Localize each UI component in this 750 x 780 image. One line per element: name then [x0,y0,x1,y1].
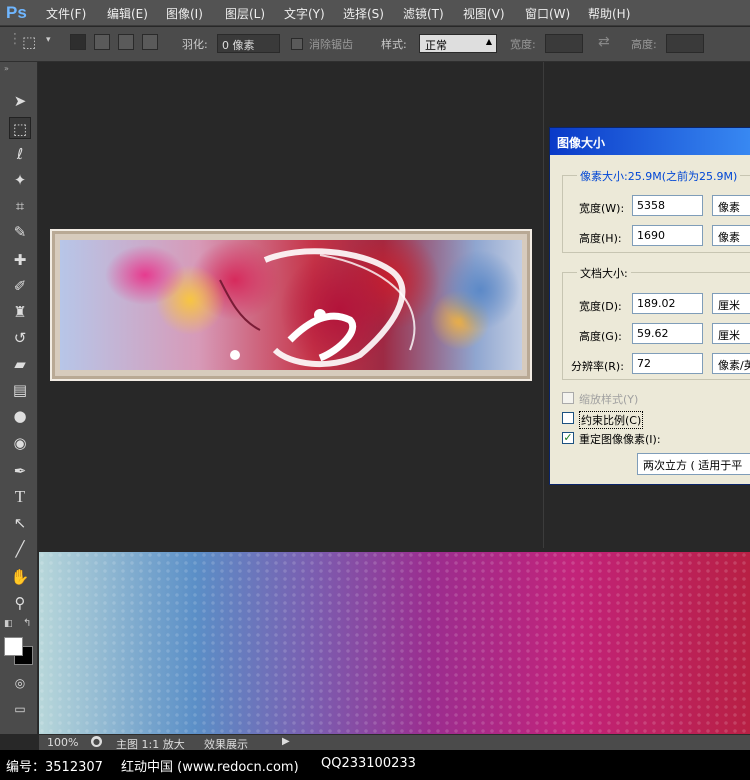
menu-help[interactable]: 帮助(H) [588,5,630,22]
pen-tool-icon[interactable]: ✒ [9,460,31,482]
feather-label: 羽化: [182,38,208,51]
zoomed-texture-view [39,552,750,734]
chevron-down-icon[interactable]: ▾ [46,35,51,45]
grip-icon: ⋮ [8,31,22,47]
collapse-icon[interactable]: » [4,64,9,73]
panel-divider [543,62,544,548]
watercolor-artwork-image [60,240,522,370]
pixel-height-input[interactable]: 1690 [632,225,703,246]
document-size-label: 文档大小: [577,265,631,281]
menu-view[interactable]: 视图(V) [463,5,505,22]
pixel-size-label: 像素大小:25.9M(之前为25.9M) [577,168,741,184]
height-input[interactable] [666,34,704,53]
brush-tool-icon[interactable]: ✐ [9,275,31,297]
resample-label: 重定图像像素(I): [579,433,661,446]
menu-edit[interactable]: 编辑(E) [107,5,148,22]
height-label: 高度: [631,38,657,51]
line-tool-icon[interactable]: ╱ [9,538,31,560]
zoom-tool-icon[interactable]: ⚲ [9,592,31,614]
footer-qq: QQ233100233 [321,756,416,771]
gradient-tool-icon[interactable]: ▤ [9,379,31,401]
doc-height-label: 高度(G): [579,330,622,343]
doc-width-unit-select[interactable]: 厘米 [712,293,750,314]
history-brush-icon[interactable]: ↺ [9,327,31,349]
style-select[interactable]: 正常 ▲ [419,34,497,53]
quick-mask-icon[interactable]: ◎ [9,672,31,694]
style-label: 样式: [381,38,407,51]
swap-colors-icon[interactable]: ↰ [23,618,31,629]
pixel-height-label: 高度(H): [579,232,622,245]
resample-method-select[interactable]: 两次立方 ( 适用于平 [637,453,750,475]
feather-input[interactable]: 0 像素 [217,34,280,53]
photoshop-logo: Ps [6,3,27,22]
lasso-tool-icon[interactable]: ℓ [9,143,31,165]
hand-tool-icon[interactable]: ✋ [9,566,31,588]
magic-wand-icon[interactable]: ✦ [9,169,31,191]
antialias-checkbox[interactable] [291,38,303,50]
blur-tool-icon[interactable]: ● [9,405,31,427]
menu-filter[interactable]: 滤镜(T) [403,5,444,22]
type-tool-icon[interactable]: T [9,486,31,508]
pixel-width-label: 宽度(W): [579,202,625,215]
scale-styles-label: 缩放样式(Y) [579,393,639,406]
scale-styles-checkbox[interactable] [562,392,574,404]
resolution-input[interactable]: 72 [632,353,703,374]
screen-mode-icon[interactable]: ▭ [9,698,31,720]
swap-icon[interactable]: ⇄ [598,34,610,50]
marquee-tool-icon[interactable]: ⬚ [9,117,31,139]
move-tool-icon[interactable]: ➤ [9,90,31,112]
antialias-label: 消除锯齿 [309,38,353,51]
eraser-tool-icon[interactable]: ▰ [9,353,31,375]
menu-type[interactable]: 文字(Y) [284,5,325,22]
options-bar: ⋮ ⬚ ▾ 羽化: 0 像素 消除锯齿 样式: 正常 ▲ 宽度: ⇄ 高度: [0,27,750,62]
pixel-height-unit-select[interactable]: 像素 [712,225,750,246]
default-colors-icon[interactable]: ◧ [4,619,13,629]
menu-window[interactable]: 窗口(W) [525,5,570,22]
crop-tool-icon[interactable]: ⌗ [9,195,31,217]
pixel-width-input[interactable]: 5358 [632,195,703,216]
resolution-unit-select[interactable]: 像素/英 [712,353,750,374]
path-select-icon[interactable]: ↖ [9,512,31,534]
footer-id: 编号：3512307 [6,760,103,775]
doc-width-input[interactable]: 189.02 [632,293,703,314]
status-bar: 100% ● 主图 1:1 放大 效果展示 ▶ [39,734,750,751]
doc-width-label: 宽度(D): [579,300,622,313]
menu-file[interactable]: 文件(F) [46,5,86,22]
status-info-icon[interactable]: ● [91,736,102,747]
doc-height-input[interactable]: 59.62 [632,323,703,344]
white-paint-splash [219,248,416,368]
menu-image[interactable]: 图像(I) [166,5,203,22]
resolution-label: 分辨率(R): [571,360,624,373]
intersect-selection-icon[interactable] [142,34,158,50]
pixel-width-unit-select[interactable]: 像素 [712,195,750,216]
resample-checkbox[interactable]: ✓ [562,432,574,444]
footer-site: 红动中国 (www.redocn.com) [121,760,299,775]
image-size-dialog: 图像大小 像素大小:25.9M(之前为25.9M) 宽度(W): 5358 像素… [549,127,750,485]
clone-stamp-icon[interactable]: ♜ [9,301,31,323]
healing-brush-icon[interactable]: ✚ [9,249,31,271]
tools-panel: » ➤ ⬚ ℓ ✦ ⌗ ✎ ✚ ✐ ♜ ↺ ▰ ▤ ● ◉ ✒ T ↖ ╱ ✋ … [0,62,38,734]
constrain-proportions-label: 约束比例(C) [579,411,644,429]
new-selection-icon[interactable] [70,34,86,50]
width-label: 宽度: [510,38,536,51]
add-selection-icon[interactable] [94,34,110,50]
watermark-footer: 编号：3512307 红动中国 (www.redocn.com) QQ23310… [0,750,750,780]
play-arrow-icon[interactable]: ▶ [282,736,290,747]
dialog-title: 图像大小 [550,128,750,155]
menu-select[interactable]: 选择(S) [343,5,384,22]
subtract-selection-icon[interactable] [118,34,134,50]
dodge-tool-icon[interactable]: ◉ [9,432,31,454]
zoom-level[interactable]: 100% [47,736,78,749]
menu-bar: Ps 文件(F) 编辑(E) 图像(I) 图层(L) 文字(Y) 选择(S) 滤… [0,0,750,26]
doc-height-unit-select[interactable]: 厘米 [712,323,750,344]
foreground-color-swatch[interactable] [4,637,23,656]
marquee-preset-icon[interactable]: ⬚ [22,33,36,51]
eyedropper-icon[interactable]: ✎ [9,221,31,243]
menu-layer[interactable]: 图层(L) [225,5,265,22]
width-input[interactable] [545,34,583,53]
constrain-proportions-checkbox[interactable] [562,412,574,424]
